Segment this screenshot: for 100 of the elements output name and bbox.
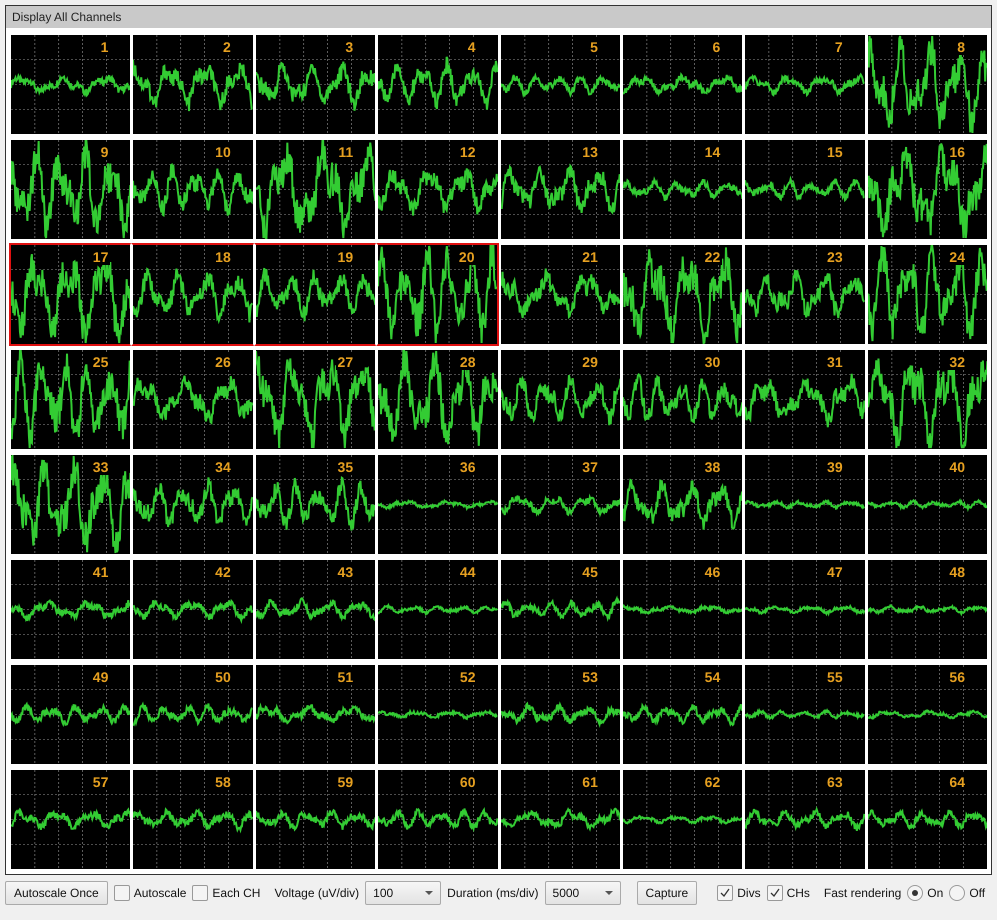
channel-number: 59 — [336, 774, 356, 790]
channel-plot[interactable]: 4 — [376, 33, 498, 136]
channel-plot[interactable]: 8 — [866, 33, 988, 136]
channel-number: 63 — [825, 774, 845, 790]
channel-plot[interactable]: 29 — [498, 348, 621, 451]
channel-plot[interactable]: 39 — [743, 453, 866, 556]
autoscale-once-button[interactable]: Autoscale Once — [5, 881, 108, 905]
channel-plot[interactable]: 14 — [620, 138, 744, 241]
channel-plot[interactable]: 24 — [866, 243, 988, 346]
channel-number: 22 — [702, 249, 722, 265]
channel-number: 56 — [947, 669, 967, 685]
radio-button[interactable] — [907, 885, 924, 901]
channel-plot[interactable]: 46 — [620, 558, 744, 661]
channel-plot[interactable]: 11 — [254, 138, 376, 241]
channel-number: 36 — [458, 459, 478, 475]
channel-plot[interactable]: 47 — [743, 558, 866, 661]
channel-number: 25 — [90, 354, 110, 370]
channel-number: 64 — [947, 774, 967, 790]
voltage-dropdown[interactable]: 100 — [365, 881, 442, 905]
channel-plot[interactable]: 58 — [131, 768, 254, 871]
channel-plot[interactable]: 64 — [866, 768, 988, 871]
checkbox-label: Each CH — [212, 886, 260, 900]
channel-plot[interactable]: 25 — [9, 348, 132, 451]
channel-plot[interactable]: 44 — [376, 558, 498, 661]
channel-plot[interactable]: 31 — [743, 348, 866, 451]
channel-plot[interactable]: 33 — [9, 453, 132, 556]
channel-plot[interactable]: 36 — [376, 453, 498, 556]
channel-plot[interactable]: 17 — [9, 243, 132, 346]
caret-icon — [604, 891, 613, 895]
channel-plot[interactable]: 35 — [254, 453, 376, 556]
channel-plot[interactable]: 23 — [743, 243, 866, 346]
checkbox[interactable] — [192, 885, 208, 901]
radio-label: On — [927, 886, 944, 900]
channel-plot[interactable]: 7 — [743, 33, 866, 136]
channel-plot[interactable]: 22 — [620, 243, 744, 346]
channel-plot[interactable]: 60 — [376, 768, 498, 871]
channel-plot[interactable]: 12 — [376, 138, 498, 241]
channel-plot[interactable]: 42 — [131, 558, 254, 661]
duration-label: Duration (ms/div) — [447, 886, 539, 900]
channel-plot[interactable]: 48 — [866, 558, 988, 661]
channel-plot[interactable]: 45 — [498, 558, 621, 661]
channel-number: 6 — [710, 39, 722, 55]
channel-plot[interactable]: 38 — [620, 453, 744, 556]
duration-dropdown[interactable]: 5000 — [544, 881, 621, 905]
channel-plot[interactable]: 59 — [254, 768, 376, 871]
channel-plot[interactable]: 13 — [498, 138, 621, 241]
checkbox-label: Autoscale — [134, 886, 186, 900]
channel-plot[interactable]: 51 — [254, 663, 376, 766]
channel-plot[interactable]: 63 — [743, 768, 866, 871]
channel-plot[interactable]: 26 — [131, 348, 254, 451]
channel-plot[interactable]: 61 — [498, 768, 621, 871]
channel-plot[interactable]: 30 — [620, 348, 744, 451]
channel-plot[interactable]: 50 — [131, 663, 254, 766]
channel-plot[interactable]: 55 — [743, 663, 866, 766]
channel-number: 44 — [458, 564, 478, 580]
radio-button[interactable] — [949, 885, 966, 901]
channel-number: 16 — [947, 144, 967, 160]
channel-number: 20 — [456, 249, 476, 265]
channel-plot[interactable]: 28 — [376, 348, 498, 451]
channel-plot[interactable]: 62 — [620, 768, 744, 871]
checkbox[interactable] — [766, 885, 783, 901]
channel-number: 61 — [580, 774, 600, 790]
channel-number: 31 — [825, 354, 845, 370]
checkbox[interactable] — [717, 885, 734, 901]
channel-plot[interactable]: 16 — [866, 138, 988, 241]
channel-plot[interactable]: 20 — [376, 243, 498, 346]
channel-plot[interactable]: 15 — [743, 138, 866, 241]
channel-plot[interactable]: 41 — [9, 558, 132, 661]
channel-number: 26 — [213, 354, 233, 370]
channel-plot[interactable]: 57 — [9, 768, 132, 871]
channel-plot[interactable]: 37 — [498, 453, 621, 556]
channel-plot[interactable]: 43 — [254, 558, 376, 661]
channel-plot[interactable]: 9 — [9, 138, 132, 241]
channel-plot[interactable]: 1 — [9, 33, 132, 136]
checkbox[interactable] — [114, 885, 130, 901]
channel-plot[interactable]: 18 — [131, 243, 254, 346]
channel-plot[interactable]: 49 — [9, 663, 132, 766]
channel-number: 48 — [947, 564, 967, 580]
channel-plot[interactable]: 54 — [620, 663, 744, 766]
check-icon — [720, 888, 730, 898]
channel-plot[interactable]: 3 — [254, 33, 376, 136]
channel-number: 12 — [458, 144, 478, 160]
channel-plot[interactable]: 27 — [254, 348, 376, 451]
channel-plot[interactable]: 34 — [131, 453, 254, 556]
channel-plot[interactable]: 6 — [620, 33, 744, 136]
channel-plot[interactable]: 2 — [131, 33, 254, 136]
channel-plot[interactable]: 19 — [254, 243, 376, 346]
channel-plot[interactable]: 40 — [866, 453, 988, 556]
channel-number: 2 — [220, 39, 233, 55]
channel-number: 18 — [213, 249, 233, 265]
channel-plot[interactable]: 56 — [866, 663, 988, 766]
channel-plot[interactable]: 21 — [498, 243, 621, 346]
channel-number: 34 — [213, 459, 233, 475]
channel-plot[interactable]: 5 — [498, 33, 621, 136]
channel-plot[interactable]: 10 — [131, 138, 254, 241]
capture-button[interactable]: Capture — [636, 881, 698, 905]
channel-plot[interactable]: 52 — [376, 663, 498, 766]
check-icon — [770, 888, 780, 898]
channel-plot[interactable]: 53 — [498, 663, 621, 766]
channel-plot[interactable]: 32 — [866, 348, 988, 451]
